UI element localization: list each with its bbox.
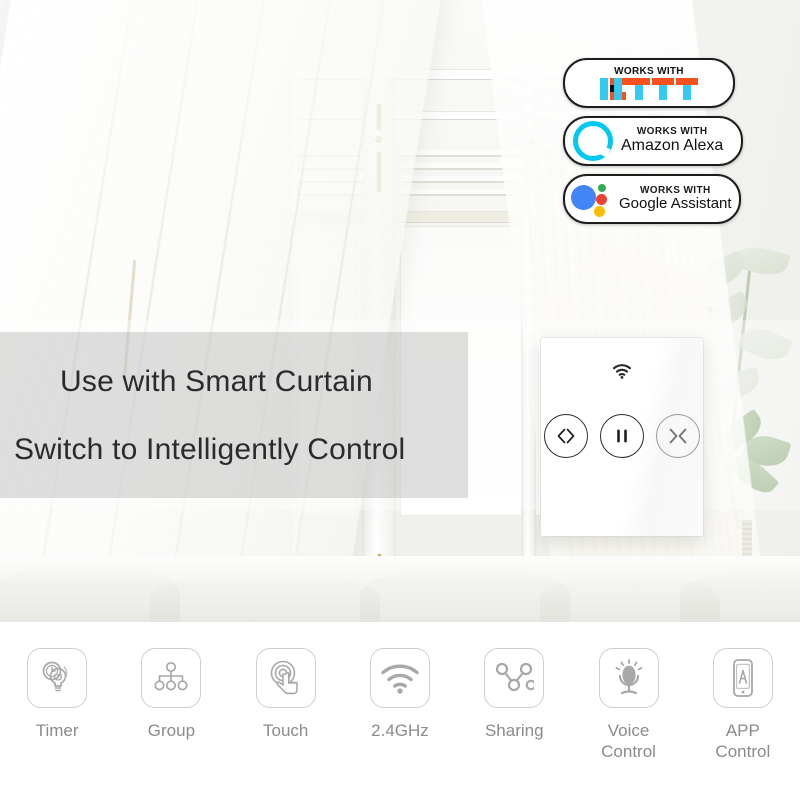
- curtain-close-icon: [669, 428, 687, 444]
- timer-bulb-icon: [27, 648, 88, 708]
- phone-app-icon: [712, 648, 773, 708]
- badge-ifttt[interactable]: WORKS WITH: [563, 58, 735, 108]
- louver-slat: [402, 189, 520, 194]
- wifi-signal-icon: [369, 648, 430, 708]
- bed-fold: [360, 566, 570, 622]
- curtain-pause-button[interactable]: [600, 414, 644, 458]
- bed: [0, 556, 800, 622]
- microphone-icon: [598, 648, 659, 708]
- badge-brand-label: Google Assistant: [619, 195, 732, 212]
- google-dot-yellow: [594, 206, 605, 217]
- feature-app-control[interactable]: APP Control: [691, 648, 795, 763]
- google-dot-blue: [571, 185, 596, 210]
- feature-timer[interactable]: Timer: [5, 648, 109, 741]
- bed-fold: [150, 572, 380, 622]
- google-assistant-dots-icon: [571, 182, 615, 217]
- touch-hand-icon: [255, 648, 316, 708]
- amazon-alexa-ring-icon: [573, 121, 613, 161]
- louver-slat: [402, 176, 520, 181]
- feature-label: Voice Control: [601, 721, 656, 762]
- smart-curtain-switch-panel[interactable]: [541, 338, 703, 536]
- switch-button-row: [541, 414, 703, 458]
- curtain-open-button[interactable]: [544, 414, 588, 458]
- curtain-close-button[interactable]: [656, 414, 700, 458]
- feature-touch[interactable]: Touch: [234, 648, 338, 741]
- badge-works-with-label: WORKS WITH: [636, 125, 708, 137]
- curtain-fold: [19, 0, 143, 622]
- badge-amazon-alexa[interactable]: WORKS WITH Amazon Alexa: [563, 116, 743, 166]
- badge-brand-label: Amazon Alexa: [621, 137, 724, 155]
- google-dot-green: [598, 184, 606, 192]
- curtain-open-icon: [557, 428, 575, 444]
- pause-icon: [617, 429, 627, 443]
- feature-voice-control[interactable]: Voice Control: [577, 648, 681, 763]
- badge-google-text: WORKS WITH Google Assistant: [619, 185, 732, 213]
- curtain-fold: [217, 0, 341, 622]
- bed-fold: [680, 568, 800, 622]
- ifttt-logo-icon: [600, 78, 698, 100]
- curtain-fold: [151, 0, 275, 622]
- feature-label: Group: [147, 721, 196, 740]
- feature-sharing[interactable]: Sharing: [462, 648, 566, 741]
- badge-alexa-text: WORKS WITH Amazon Alexa: [621, 125, 724, 155]
- compatibility-badges: WORKS WITH WORKS WITH Amazon Alexa WORKS…: [563, 58, 743, 224]
- wifi-icon: [612, 364, 632, 379]
- curtain-fold: [85, 0, 209, 622]
- product-marketing-image: Use with Smart Curtain Switch to Intelli…: [0, 0, 800, 800]
- feature-label: Timer: [35, 721, 79, 740]
- feature-strip: Timer Group Touch 2.4GHz Sharing Voice C…: [0, 622, 800, 800]
- google-dot-red: [596, 194, 607, 205]
- badge-works-with-label: WORKS WITH: [614, 66, 684, 77]
- feature-group[interactable]: Group: [119, 648, 223, 741]
- feature-label: Touch: [263, 721, 309, 740]
- sharing-nodes-icon: [484, 648, 545, 708]
- feature-label: APP Control: [715, 721, 771, 762]
- feature-label: Sharing: [484, 721, 544, 740]
- badge-google-assistant[interactable]: WORKS WITH Google Assistant: [563, 174, 741, 224]
- group-tree-icon: [141, 648, 202, 708]
- feature-label: 2.4GHz: [371, 721, 429, 740]
- feature-wifi-24ghz[interactable]: 2.4GHz: [348, 648, 452, 741]
